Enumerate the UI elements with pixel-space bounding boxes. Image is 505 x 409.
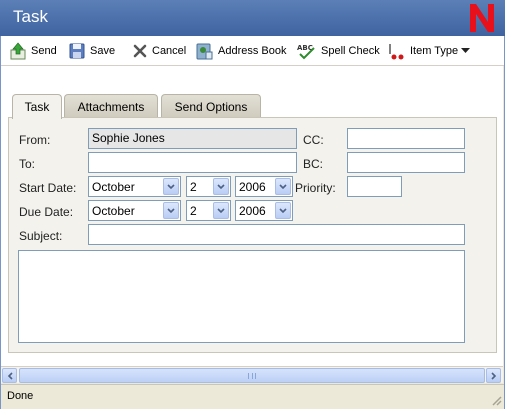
horizontal-scrollbar[interactable]	[1, 366, 503, 383]
item-type-icon	[389, 44, 404, 60]
floppy-disk-icon	[69, 43, 85, 59]
save-button[interactable]: Save	[68, 41, 115, 61]
to-label: To:	[19, 157, 36, 171]
bc-label: BC:	[303, 157, 324, 171]
chevron-down-icon	[279, 184, 287, 190]
item-type-label: Item Type	[410, 45, 459, 57]
tab-send-options-label: Send Options	[174, 99, 248, 114]
chevron-down-icon	[461, 48, 471, 53]
chevron-down-icon	[167, 208, 175, 214]
address-book-button[interactable]: Address Book	[194, 41, 286, 61]
cancel-label: Cancel	[152, 45, 187, 57]
resize-grip-icon[interactable]	[490, 394, 502, 406]
chevron-down-icon	[167, 184, 175, 190]
spell-check-label: Spell Check	[321, 45, 380, 57]
due-day-dropdown-button[interactable]	[213, 202, 229, 219]
start-year-select[interactable]: 2006	[235, 176, 293, 197]
send-icon	[10, 42, 26, 60]
scrollbar-thumb[interactable]	[19, 368, 485, 383]
start-month-value: October	[92, 180, 135, 194]
start-month-select[interactable]: October	[88, 176, 181, 197]
due-month-value: October	[92, 204, 135, 218]
status-text: Done	[7, 390, 34, 402]
novell-logo-icon	[470, 4, 494, 32]
spell-check-button[interactable]: ABC Spell Check	[297, 41, 380, 61]
cc-input[interactable]	[347, 128, 465, 149]
item-type-dropdown[interactable]: Item Type	[386, 41, 474, 61]
toolbar: Send Save Cancel Address Book ABC Spell …	[0, 36, 505, 66]
due-month-dropdown-button[interactable]	[163, 202, 179, 219]
from-value: Sophie Jones	[92, 131, 165, 145]
chevron-left-icon	[7, 372, 13, 380]
priority-label: Priority:	[295, 181, 336, 195]
priority-input[interactable]	[347, 176, 402, 197]
start-year-dropdown-button[interactable]	[275, 178, 291, 195]
chevron-down-icon	[217, 184, 225, 190]
message-body-textarea[interactable]	[18, 250, 465, 343]
tab-attachments[interactable]: Attachments	[64, 94, 158, 118]
send-button[interactable]: Send	[9, 41, 57, 61]
start-day-dropdown-button[interactable]	[213, 178, 229, 195]
status-bar: Done	[0, 384, 505, 409]
due-month-select[interactable]: October	[88, 200, 181, 221]
address-book-icon	[196, 43, 213, 60]
scrollbar-grip	[248, 373, 256, 379]
due-day-select[interactable]: 2	[186, 200, 231, 221]
tab-task[interactable]: Task	[12, 94, 62, 119]
save-label: Save	[90, 45, 116, 57]
cc-label: CC:	[303, 133, 324, 147]
due-year-select[interactable]: 2006	[235, 200, 293, 221]
window-title: Task	[13, 7, 48, 26]
start-day-value: 2	[190, 180, 197, 194]
due-date-label: Due Date:	[19, 205, 74, 219]
due-day-value: 2	[190, 204, 197, 218]
chevron-down-icon	[217, 208, 225, 214]
chevron-right-icon	[491, 372, 497, 380]
scroll-right-button[interactable]	[486, 368, 501, 383]
bc-input[interactable]	[347, 152, 465, 173]
from-field: Sophie Jones	[88, 128, 297, 149]
subject-input[interactable]	[88, 224, 465, 245]
tab-send-options[interactable]: Send Options	[161, 94, 261, 118]
start-year-value: 2006	[239, 180, 266, 194]
start-month-dropdown-button[interactable]	[163, 178, 179, 195]
from-label: From:	[19, 133, 51, 147]
window-title-bar: Task	[0, 0, 505, 36]
scroll-left-button[interactable]	[2, 368, 17, 383]
subject-label: Subject:	[19, 229, 63, 243]
spell-check-icon: ABC	[297, 44, 315, 60]
chevron-down-icon	[279, 208, 287, 214]
tab-task-label: Task	[24, 100, 50, 114]
send-label: Send	[31, 45, 57, 57]
address-book-label: Address Book	[218, 45, 287, 57]
cancel-button[interactable]: Cancel	[132, 41, 186, 61]
start-day-select[interactable]: 2	[186, 176, 231, 197]
due-year-value: 2006	[239, 204, 266, 218]
due-year-dropdown-button[interactable]	[275, 202, 291, 219]
cancel-x-icon	[133, 44, 147, 58]
start-date-label: Start Date:	[19, 181, 77, 195]
to-input[interactable]	[88, 152, 297, 173]
tab-attachments-label: Attachments	[77, 99, 145, 114]
